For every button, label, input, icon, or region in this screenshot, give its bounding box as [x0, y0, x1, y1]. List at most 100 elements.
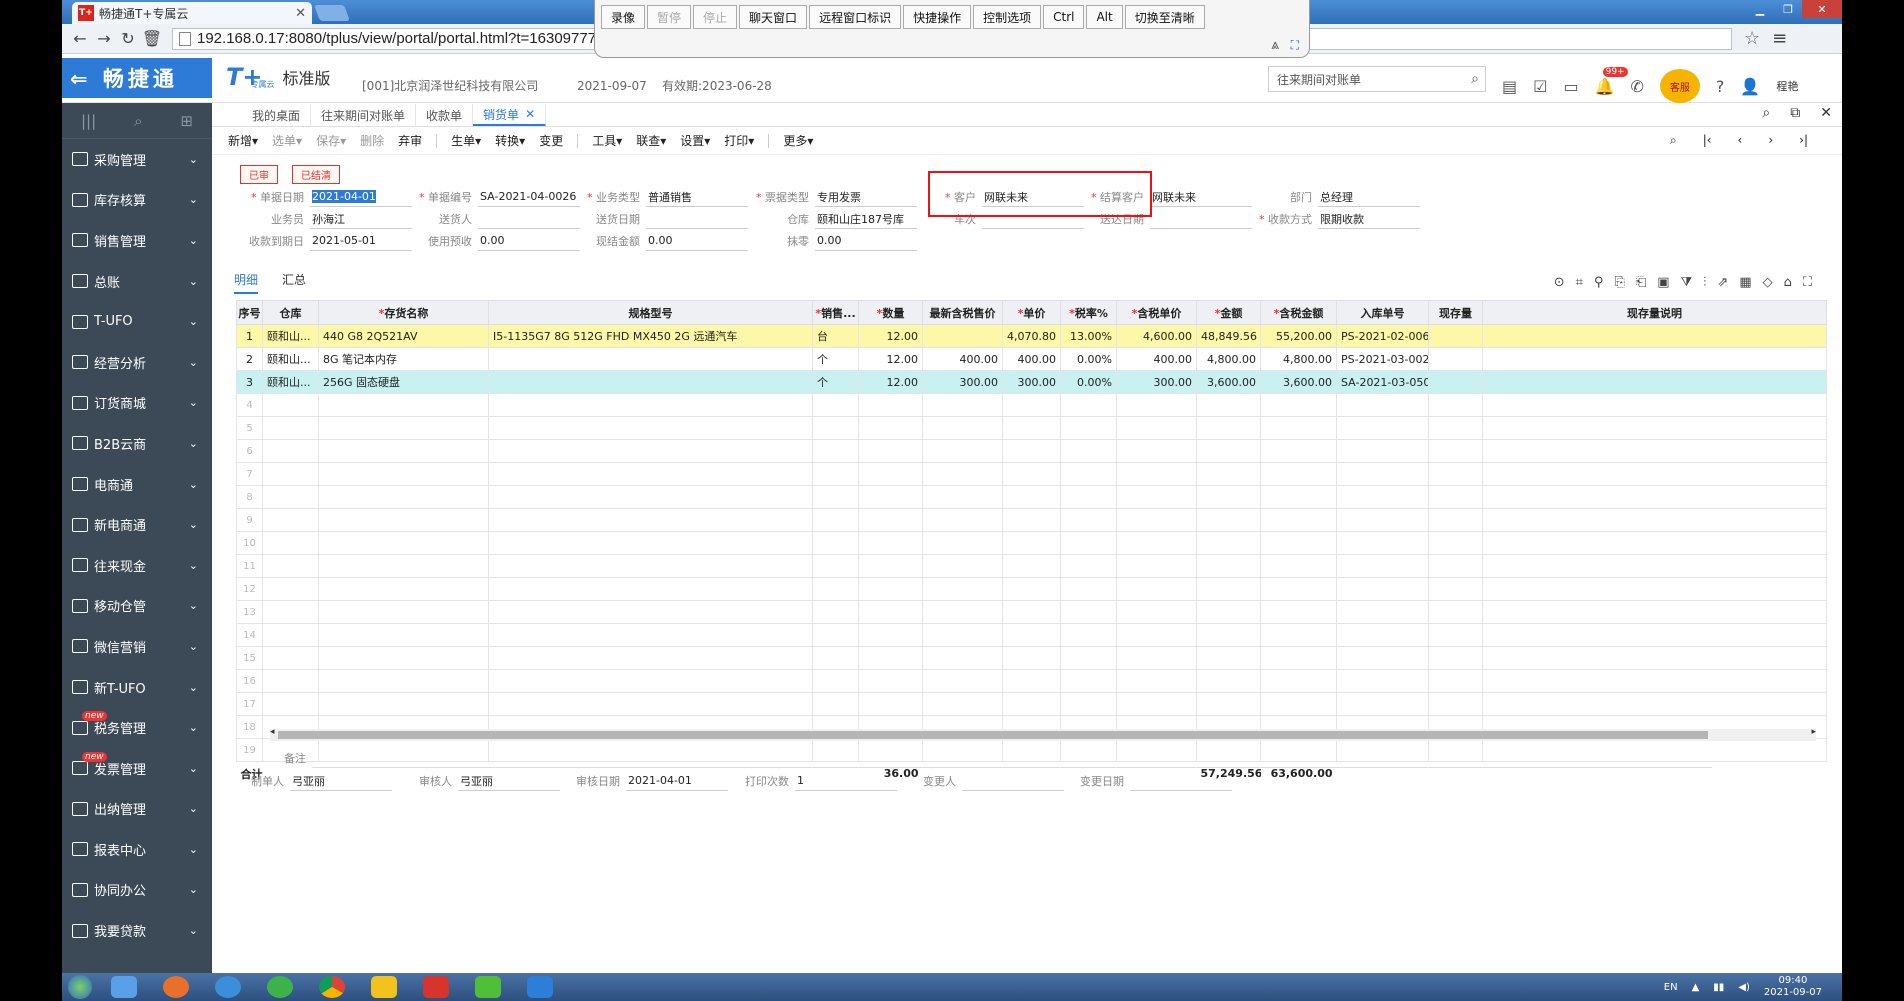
subtab[interactable]: 明细 — [234, 271, 259, 294]
table-cell[interactable]: 13.00% — [1060, 324, 1117, 348]
warehouse-icon[interactable]: ⌂ — [1784, 275, 1792, 290]
table-cell[interactable] — [1336, 623, 1429, 647]
table-cell[interactable] — [1060, 646, 1117, 670]
table-cell[interactable] — [1002, 485, 1061, 509]
table-cell[interactable] — [318, 439, 489, 463]
table-row[interactable]: 2 颐和山... 8G 笔记本内存个 12.00 400.00 400.00 0.00% 40… — [236, 347, 1827, 371]
table-cell[interactable] — [1002, 439, 1061, 463]
table-cell[interactable] — [1482, 370, 1827, 394]
table-cell[interactable] — [858, 393, 923, 417]
table-cell[interactable] — [1482, 623, 1827, 647]
table-cell[interactable] — [922, 393, 1003, 417]
table-cell[interactable]: 15 — [236, 646, 263, 670]
table-row[interactable]: 3 颐和山... 256G 固态硬盘个 12.00 300.00 300.00 0.00% 3… — [236, 370, 1827, 394]
table-cell[interactable]: 16 — [236, 669, 263, 693]
taskbar-app-qq[interactable] — [98, 973, 150, 1001]
restore-icon[interactable]: ⧉ — [1790, 105, 1800, 121]
table-cell[interactable] — [1196, 600, 1261, 624]
global-search-input[interactable]: 往来期间对账单 ⌕ — [1268, 66, 1486, 92]
table-row[interactable]: 8 — [236, 485, 1827, 509]
table-cell[interactable] — [1260, 462, 1337, 486]
menu-icon[interactable]: ≡ — [1772, 28, 1787, 49]
table-cell[interactable] — [858, 577, 923, 601]
table-cell[interactable] — [1260, 554, 1337, 578]
table-cell[interactable] — [1336, 577, 1429, 601]
table-cell[interactable]: 400.00 — [1002, 347, 1061, 371]
table-cell[interactable] — [1002, 416, 1061, 440]
table-cell[interactable] — [1116, 577, 1197, 601]
expand-icon[interactable]: ⛶ — [1803, 275, 1812, 290]
table-cell[interactable] — [1428, 324, 1483, 348]
table-cell[interactable] — [488, 416, 813, 440]
toolbar-button[interactable]: 删除 — [360, 132, 384, 149]
table-cell[interactable] — [1482, 692, 1827, 716]
table-cell[interactable] — [1116, 485, 1197, 509]
table-row[interactable]: 10 — [236, 531, 1827, 555]
table-cell[interactable] — [858, 600, 923, 624]
table-cell[interactable]: 12.00 — [858, 370, 923, 394]
table-cell[interactable]: 3 — [236, 370, 263, 394]
table-cell[interactable] — [488, 692, 813, 716]
table-cell[interactable] — [812, 600, 859, 624]
table-row[interactable]: 5 — [236, 416, 1827, 440]
sidebar-item[interactable]: T-UFO ⌄ — [62, 301, 212, 342]
table-cell[interactable] — [1060, 600, 1117, 624]
checklist-icon[interactable]: ☑ — [1533, 77, 1547, 96]
chart-icon[interactable]: ⫶ — [1703, 275, 1706, 290]
table-cell[interactable] — [1482, 508, 1827, 532]
field-value[interactable]: 0.00 — [646, 231, 748, 251]
table-cell[interactable]: 19 — [236, 738, 263, 762]
table-cell[interactable]: 6 — [236, 439, 263, 463]
paste-icon[interactable]: ⎗ — [1636, 275, 1646, 290]
bell-icon[interactable]: 🔔 99+ — [1595, 66, 1628, 96]
table-cell[interactable]: 颐和山... — [262, 347, 319, 371]
table-cell[interactable] — [488, 508, 813, 532]
column-header[interactable]: 序号 — [236, 300, 263, 325]
page-tab[interactable]: 我的桌面 — [242, 104, 312, 126]
minimize-icon[interactable]: ▁ — [1746, 0, 1774, 18]
table-cell[interactable] — [1002, 577, 1061, 601]
next-page-icon[interactable]: › — [1768, 133, 1773, 148]
table-cell[interactable] — [1116, 600, 1197, 624]
table-row[interactable]: 12 — [236, 577, 1827, 601]
table-cell[interactable] — [1002, 600, 1061, 624]
table-cell[interactable] — [318, 531, 489, 555]
table-cell[interactable]: 11 — [236, 554, 263, 578]
table-cell[interactable] — [1482, 531, 1827, 555]
column-header[interactable]: 入库单号 — [1336, 300, 1429, 325]
table-cell[interactable] — [1060, 554, 1117, 578]
table-cell[interactable] — [262, 646, 319, 670]
table-cell[interactable] — [262, 485, 319, 509]
table-cell[interactable] — [812, 577, 859, 601]
sidebar-item[interactable]: 微信营销 ⌄ — [62, 626, 212, 667]
column-header[interactable]: *税率% — [1060, 300, 1117, 325]
table-cell[interactable] — [262, 623, 319, 647]
table-cell[interactable] — [1336, 462, 1429, 486]
table-cell[interactable] — [262, 669, 319, 693]
column-header[interactable]: *金额 — [1196, 300, 1261, 325]
column-header[interactable]: 现存量 — [1428, 300, 1483, 325]
table-cell[interactable]: 台 — [812, 324, 859, 348]
table-cell[interactable]: 14 — [236, 623, 263, 647]
field-value[interactable]: 0.00 — [815, 231, 917, 251]
column-header[interactable]: *单价 — [1002, 300, 1061, 325]
sidebar-item[interactable]: 总账 ⌄ — [62, 261, 212, 302]
table-cell[interactable] — [1428, 393, 1483, 417]
table-cell[interactable]: 400.00 — [1116, 347, 1197, 371]
field-value[interactable]: 总经理 — [1318, 187, 1420, 207]
table-cell[interactable]: 48,849.56 — [1196, 324, 1261, 348]
table-cell[interactable] — [488, 669, 813, 693]
table-cell[interactable] — [1196, 623, 1261, 647]
table-cell[interactable] — [1336, 416, 1429, 440]
table-cell[interactable] — [1002, 462, 1061, 486]
table-cell[interactable]: 个 — [812, 370, 859, 394]
table-cell[interactable] — [858, 554, 923, 578]
table-cell[interactable]: 9 — [236, 508, 263, 532]
table-cell[interactable] — [1260, 508, 1337, 532]
table-cell[interactable] — [922, 531, 1003, 555]
first-page-icon[interactable]: |‹ — [1703, 133, 1712, 148]
table-cell[interactable] — [1482, 347, 1827, 371]
table-cell[interactable] — [488, 439, 813, 463]
horizontal-scrollbar[interactable]: ◂ ▸ — [270, 727, 1816, 741]
table-cell[interactable] — [318, 577, 489, 601]
